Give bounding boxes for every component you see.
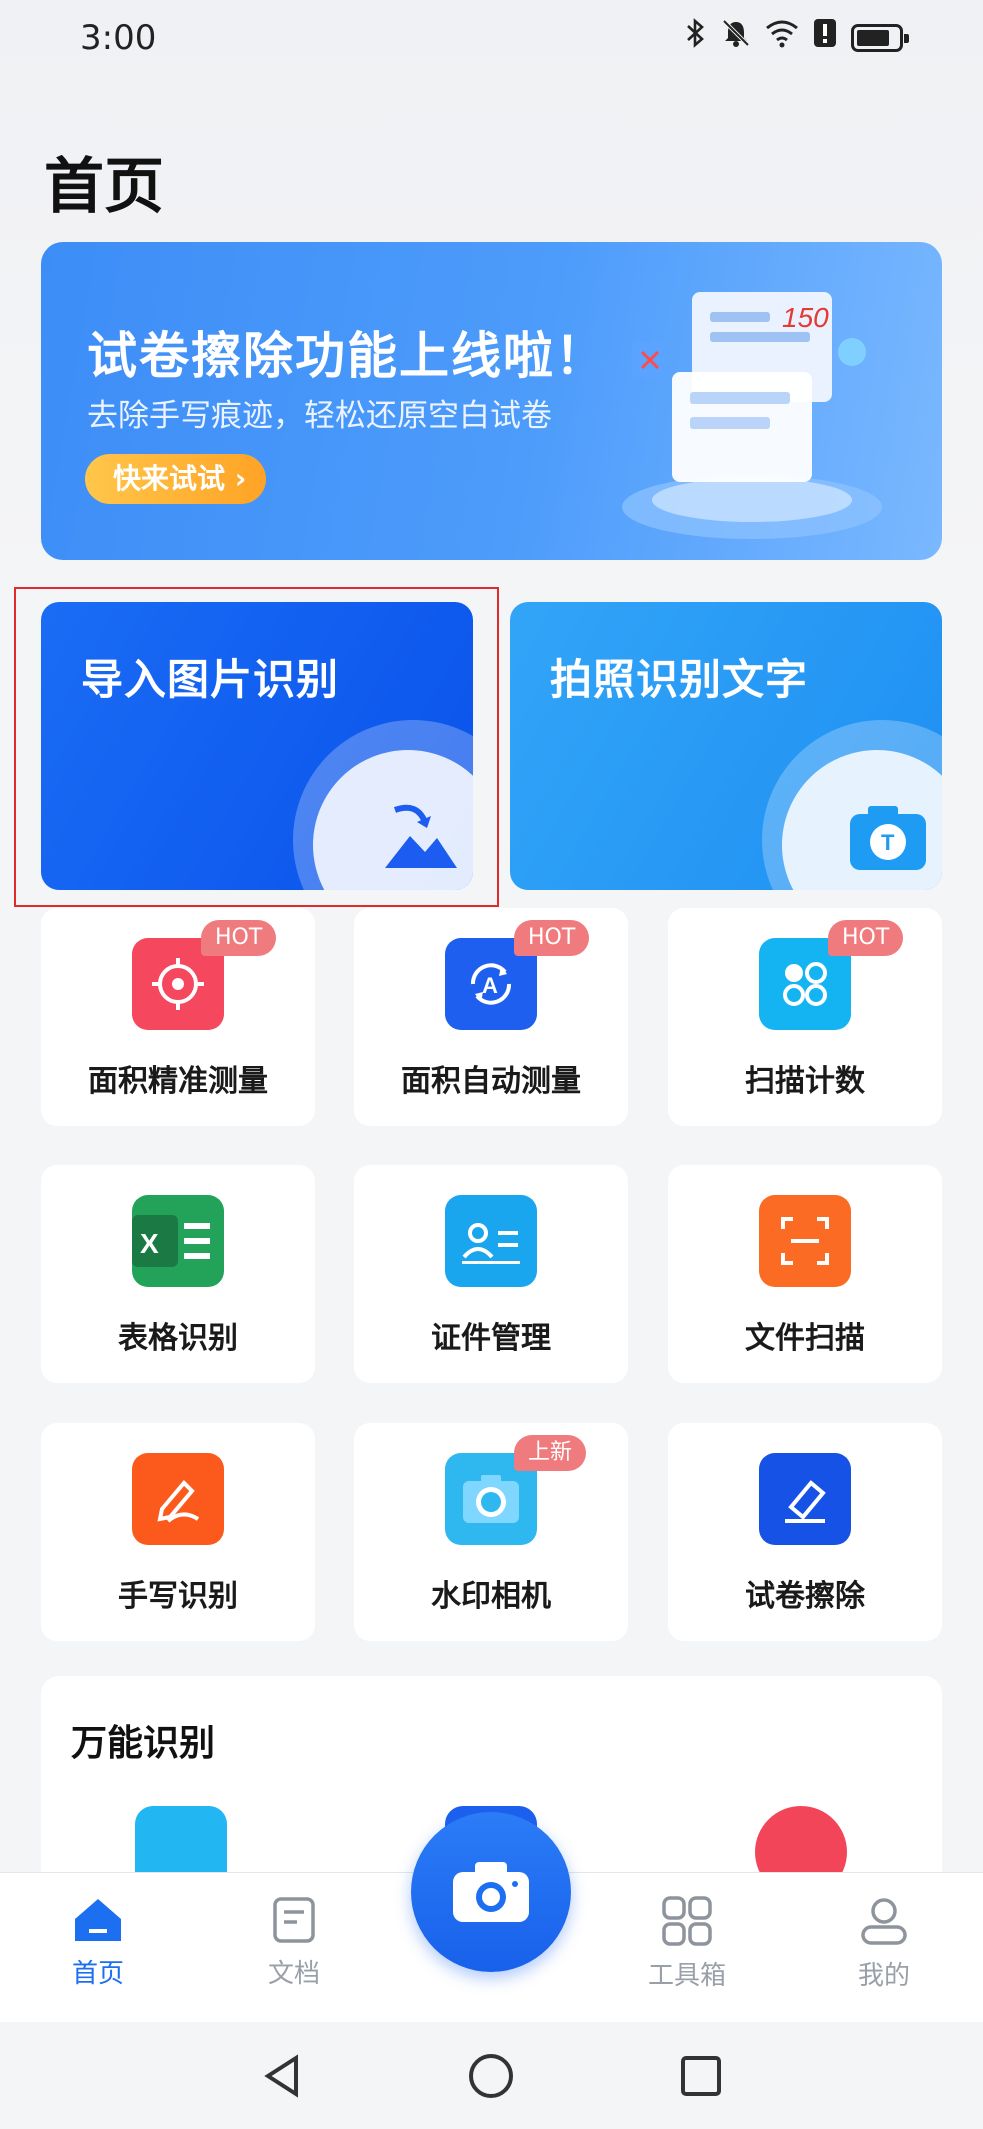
wifi-icon	[765, 18, 799, 57]
banner-cta-label: 快来试试	[113, 462, 226, 495]
photo-text-recognition-card[interactable]: 拍照识别文字 T	[510, 602, 942, 890]
excel-icon: X	[132, 1195, 224, 1287]
hot-badge: HOT	[201, 920, 277, 956]
nav-toolbox[interactable]: 工具箱	[627, 1895, 747, 1992]
tool-label: 扫描计数	[745, 1064, 865, 1099]
tool-label: 面积精准测量	[88, 1064, 268, 1099]
nav-toolbox-label: 工具箱	[647, 1961, 726, 1991]
hot-badge: HOT	[514, 920, 590, 956]
tool-label: 水印相机	[431, 1579, 551, 1614]
nav-profile[interactable]: 我的	[824, 1895, 944, 1992]
tool-id-management[interactable]: 证件管理	[354, 1165, 628, 1383]
tool-label: 表格识别	[118, 1321, 238, 1356]
tool-area-precise-measure[interactable]: HOT 面积精准测量	[41, 908, 315, 1126]
camera-text-icon: T	[850, 806, 926, 870]
banner-title: 试卷擦除功能上线啦！	[87, 327, 607, 385]
handwriting-icon	[132, 1453, 224, 1545]
tool-document-scan[interactable]: 文件扫描	[668, 1165, 942, 1383]
new-badge: 上新	[514, 1435, 587, 1471]
tool-label: 文件扫描	[745, 1321, 865, 1356]
bell-muted-icon	[721, 18, 751, 57]
nav-documents-label: 文档	[267, 1959, 320, 1989]
svg-text:X: X	[140, 1228, 159, 1259]
alert-icon	[813, 18, 837, 57]
universal-recognition-title: 万能识别	[71, 1723, 216, 1764]
toolbox-icon	[662, 1896, 712, 1946]
tool-exam-eraser[interactable]: 试卷擦除	[668, 1423, 942, 1641]
nav-home[interactable]: 首页	[38, 1895, 158, 1990]
tool-table-recognition[interactable]: X 表格识别	[41, 1165, 315, 1383]
hot-badge: HOT	[828, 920, 904, 956]
exam-paper-illustration: 150	[622, 292, 882, 539]
tool-label: 证件管理	[431, 1321, 551, 1356]
home-circle-icon[interactable]	[467, 2052, 515, 2100]
promo-banner[interactable]: 试卷擦除功能上线啦！ 去除手写痕迹，轻松还原空白试卷 快来试试 › 150	[41, 242, 942, 560]
tool-area-auto-measure[interactable]: A HOT 面积自动测量	[354, 908, 628, 1126]
document-icon	[273, 1897, 315, 1943]
highlight-box	[14, 587, 499, 907]
profile-icon	[861, 1898, 907, 1945]
home-icon	[75, 1899, 121, 1941]
battery-icon	[851, 23, 909, 52]
svg-text:A: A	[482, 973, 498, 998]
svg-text:T: T	[881, 830, 895, 855]
camera-fab-button[interactable]	[411, 1812, 571, 1972]
tool-scan-count[interactable]: HOT 扫描计数	[668, 908, 942, 1126]
nav-documents[interactable]: 文档	[234, 1895, 354, 1990]
nav-profile-label: 我的	[857, 1961, 910, 1991]
banner-subtitle: 去除手写痕迹，轻松还原空白试卷	[87, 398, 552, 434]
status-bar: 3:00	[0, 0, 983, 76]
status-time: 3:00	[80, 18, 157, 58]
chevron-right-icon: ›	[234, 462, 247, 495]
banner-cta-button[interactable]: 快来试试 ›	[85, 454, 267, 504]
back-icon[interactable]	[258, 2052, 306, 2100]
bluetooth-icon	[685, 18, 707, 57]
recents-icon[interactable]	[677, 2052, 725, 2100]
id-card-icon	[445, 1195, 537, 1287]
page-title: 首页	[44, 152, 164, 222]
system-nav-bar	[0, 2022, 983, 2129]
camera-icon	[453, 1862, 529, 1922]
tool-label: 手写识别	[118, 1579, 238, 1614]
tool-label: 面积自动测量	[401, 1064, 581, 1099]
status-icons	[685, 18, 909, 57]
scan-doc-icon	[759, 1195, 851, 1287]
tool-label: 试卷擦除	[745, 1579, 865, 1614]
banner-score-text: 150	[782, 302, 829, 333]
nav-home-label: 首页	[71, 1959, 124, 1989]
photo-text-recognition-label: 拍照识别文字	[550, 655, 809, 704]
eraser-icon	[759, 1453, 851, 1545]
tool-watermark-camera[interactable]: 上新 水印相机	[354, 1423, 628, 1641]
tool-handwriting-recognition[interactable]: 手写识别	[41, 1423, 315, 1641]
